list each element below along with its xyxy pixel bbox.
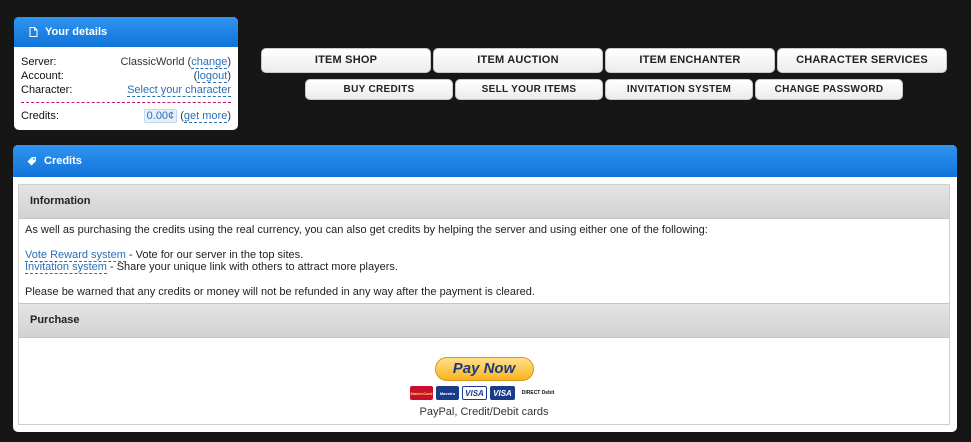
server-label: Server: <box>21 56 57 68</box>
invite-line: Invitation system - Share your unique li… <box>25 261 943 274</box>
credits-content: Information As well as purchasing the cr… <box>18 184 950 425</box>
server-value: ClassicWorld <box>120 56 185 68</box>
server-row: Server: ClassicWorld (change) <box>21 56 231 69</box>
refund-warning: Please be warned that any credits or mon… <box>25 286 535 298</box>
vote-description: - Vote for our server in the top sites. <box>125 249 304 261</box>
card-logos: MasterCard Maestro VISA VISA DIRECT Debi… <box>19 386 949 401</box>
invitation-system-button[interactable]: INVITATION SYSTEM <box>605 79 753 100</box>
information-heading: Information <box>19 185 949 219</box>
maestro-logo: Maestro <box>436 386 459 400</box>
payment-caption: PayPal, Credit/Debit cards <box>419 406 549 418</box>
credits-balance: 0.00¢ <box>143 109 178 123</box>
character-row: Character: Select your character <box>21 83 231 97</box>
details-divider <box>21 102 231 103</box>
your-details-title: Your details <box>45 26 108 38</box>
item-auction-button[interactable]: ITEM AUCTION <box>433 48 603 73</box>
sell-your-items-button[interactable]: SELL YOUR ITEMS <box>455 79 603 100</box>
get-more-link[interactable]: get more <box>183 110 228 123</box>
purchase-area: Pay Now MasterCard Maestro VISA VISA DIR… <box>19 338 949 418</box>
direct-debit-logo: DIRECT Debit <box>518 386 558 400</box>
buy-credits-button[interactable]: BUY CREDITS <box>305 79 453 100</box>
pay-now-button[interactable]: Pay Now <box>434 357 534 381</box>
your-details-panel: Your details Server: ClassicWorld (chang… <box>14 17 238 130</box>
character-services-button[interactable]: CHARACTER SERVICES <box>777 48 947 73</box>
purchase-heading: Purchase <box>19 303 949 338</box>
main-nav: ITEM SHOP ITEM AUCTION ITEM ENCHANTER CH… <box>261 48 947 73</box>
credits-label: Credits: <box>21 110 59 122</box>
document-icon <box>28 27 38 37</box>
invitation-system-link[interactable]: Invitation system <box>25 261 107 274</box>
character-label: Character: <box>21 84 73 96</box>
credits-header: Credits <box>13 145 957 177</box>
intro-text: As well as purchasing the credits using … <box>25 224 708 236</box>
change-server-link[interactable]: change <box>191 56 228 69</box>
credits-row: Credits: 0.00¢ (get more) <box>21 109 231 123</box>
item-enchanter-button[interactable]: ITEM ENCHANTER <box>605 48 775 73</box>
logout-link[interactable]: logout <box>197 70 228 83</box>
item-shop-button[interactable]: ITEM SHOP <box>261 48 431 73</box>
visa-logo: VISA <box>462 386 487 400</box>
select-character-link[interactable]: Select your character <box>127 83 231 97</box>
tag-icon <box>27 156 37 166</box>
change-password-button[interactable]: CHANGE PASSWORD <box>755 79 903 100</box>
credits-panel: Credits Information As well as purchasin… <box>13 145 957 432</box>
vote-line: Vote Reward system - Vote for our server… <box>25 249 943 262</box>
mastercard-logo: MasterCard <box>410 386 433 400</box>
account-label: Account: <box>21 70 64 82</box>
your-details-header: Your details <box>14 17 238 47</box>
invite-description: - Share your unique link with others to … <box>106 261 398 273</box>
account-row: Account: (logout) <box>21 70 231 83</box>
page-background: Your details Server: ClassicWorld (chang… <box>0 0 971 442</box>
information-body: As well as purchasing the credits using … <box>19 219 949 303</box>
secondary-nav: BUY CREDITS SELL YOUR ITEMS INVITATION S… <box>305 79 903 100</box>
credits-title: Credits <box>44 155 82 167</box>
visa-electron-logo: VISA <box>490 386 515 400</box>
